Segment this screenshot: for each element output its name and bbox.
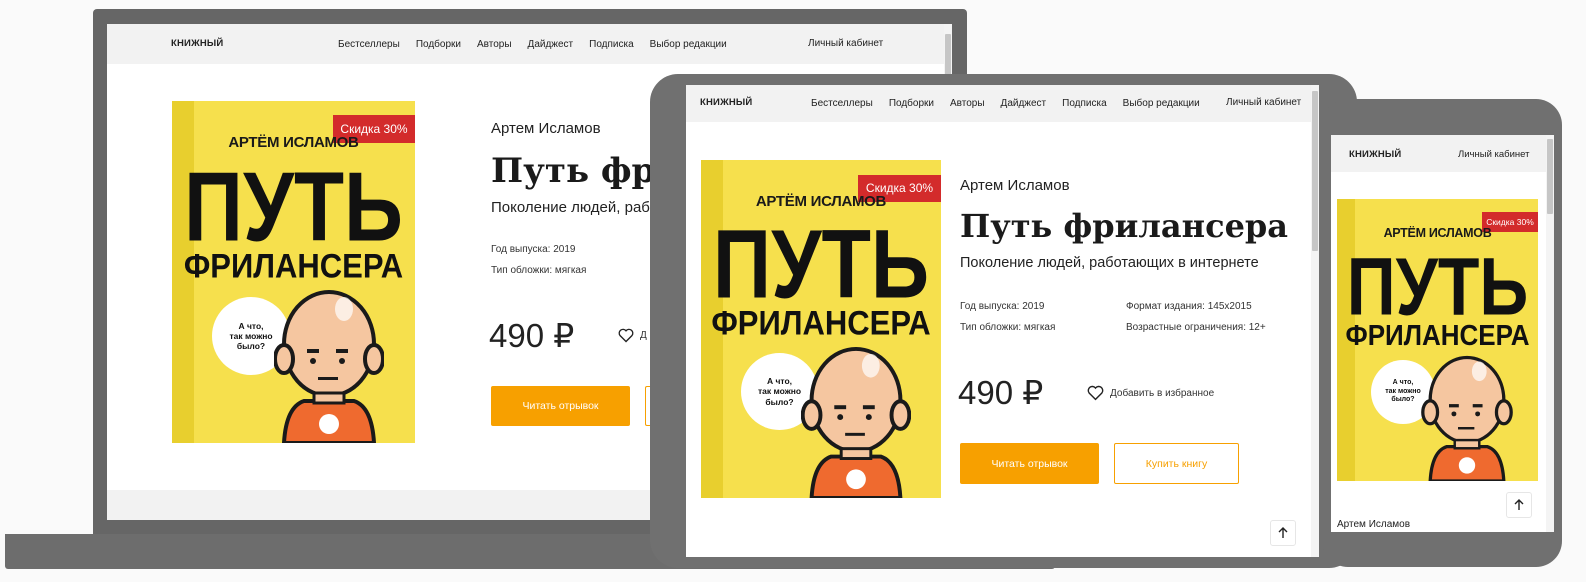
tablet-scrollbar[interactable] (1311, 85, 1319, 557)
phone-screen: КНИЖНЫЙ Личный кабинет Скидка 30% АРТЁМ … (1331, 135, 1554, 532)
cover-title-line2: ФРИЛАНСЕРА (1345, 318, 1530, 352)
cover-author: АРТЁМ ИСЛАМОВ (228, 134, 359, 151)
book-cover: Скидка 30% АРТЁМ ИСЛАМОВ ПУТЬ ФРИЛАНСЕРА… (172, 101, 415, 443)
nav-subscription[interactable]: Подписка (1062, 98, 1107, 109)
site-logo[interactable]: КНИЖНЫЙ (1349, 149, 1401, 160)
bald-man-illustration (274, 290, 384, 443)
cover-title-line1: ПУТЬ (1346, 241, 1529, 333)
laptop-nav: КНИЖНЫЙ Бестселлеры Подборки Авторы Дайд… (107, 24, 952, 64)
bald-man-illustration (801, 346, 911, 498)
read-excerpt-button[interactable]: Читать отрывок (960, 443, 1099, 484)
site-logo[interactable]: КНИЖНЫЙ (171, 38, 223, 49)
buy-book-button[interactable]: Купить книгу (1114, 443, 1239, 484)
nav-digest[interactable]: Дайджест (528, 39, 574, 50)
cover-title-line1: ПУТЬ (184, 153, 403, 263)
cover-title-line1: ПУТЬ (712, 211, 930, 319)
book-author[interactable]: Артем Исламов (491, 120, 601, 137)
book-year: Год выпуска: 2019 (491, 244, 576, 255)
cover-author: АРТЁМ ИСЛАМОВ (755, 193, 887, 210)
book-subtitle: Поколение людей, работ (491, 199, 665, 216)
arrow-up-icon (1514, 499, 1524, 510)
book-author[interactable]: Артем Исламов (960, 177, 1070, 194)
book-author[interactable]: Артем Исламов (1337, 519, 1410, 530)
scroll-to-top-button[interactable] (1270, 520, 1296, 546)
site-logo[interactable]: КНИЖНЫЙ (700, 97, 752, 108)
account-link[interactable]: Личный кабинет (1226, 97, 1301, 108)
account-link[interactable]: Личный кабинет (808, 38, 883, 49)
phone-nav: КНИЖНЫЙ Личный кабинет (1331, 135, 1554, 172)
nav-subscription[interactable]: Подписка (589, 39, 634, 50)
main-nav: Бестселлеры Подборки Авторы Дайджест Под… (338, 39, 727, 50)
book-subtitle: Поколение людей, работающих в интернете (960, 255, 1259, 271)
nav-collections[interactable]: Подборки (416, 39, 461, 50)
book-cover-type: Тип обложки: мягкая (491, 265, 587, 276)
scroll-to-top-button[interactable] (1506, 492, 1532, 518)
book-year: Год выпуска: 2019 (960, 301, 1045, 312)
read-excerpt-button[interactable]: Читать отрывок (491, 386, 630, 426)
book-cover-type: Тип обложки: мягкая (960, 322, 1056, 333)
add-to-favorites[interactable]: Добавить в избранное (1087, 385, 1214, 401)
nav-collections[interactable]: Подборки (889, 98, 934, 109)
bald-man-illustration (1421, 355, 1513, 481)
account-link[interactable]: Личный кабинет (1458, 149, 1529, 160)
book-cover: Скидка 30% АРТЁМ ИСЛАМОВ ПУТЬ ФРИЛАНСЕРА… (1337, 199, 1538, 481)
book-format: Формат издания: 145х2015 (1126, 301, 1252, 312)
nav-editors-choice[interactable]: Выбор редакции (1123, 98, 1200, 109)
book-price: 490 ₽ (489, 317, 575, 354)
arrow-up-icon (1278, 527, 1288, 538)
tablet-nav: КНИЖНЫЙ Бестселлеры Подборки Авторы Дайд… (686, 85, 1319, 122)
nav-bestsellers[interactable]: Бестселлеры (338, 39, 400, 50)
nav-editors-choice[interactable]: Выбор редакции (650, 39, 727, 50)
tablet-screen: КНИЖНЫЙ Бестселлеры Подборки Авторы Дайд… (686, 85, 1319, 557)
heart-icon (1087, 385, 1104, 401)
book-title: Путь фрилансера (960, 207, 1289, 245)
cover-author: АРТЁМ ИСЛАМОВ (1383, 226, 1492, 240)
book-price: 490 ₽ (958, 374, 1044, 411)
main-nav: Бестселлеры Подборки Авторы Дайджест Под… (811, 98, 1200, 109)
nav-authors[interactable]: Авторы (950, 98, 985, 109)
nav-bestsellers[interactable]: Бестселлеры (811, 98, 873, 109)
phone-scrollbar[interactable] (1546, 135, 1554, 532)
cover-title-line2: ФРИЛАНСЕРА (711, 303, 931, 343)
add-to-favorites[interactable]: Д (618, 328, 647, 343)
book-cover: Скидка 30% АРТЁМ ИСЛАМОВ ПУТЬ ФРИЛАНСЕРА… (701, 160, 941, 498)
nav-authors[interactable]: Авторы (477, 39, 512, 50)
nav-digest[interactable]: Дайджест (1001, 98, 1047, 109)
book-age-rating: Возрастные ограничения: 12+ (1126, 322, 1266, 333)
heart-icon (618, 328, 634, 343)
cover-title-line2: ФРИЛАНСЕРА (183, 246, 404, 286)
